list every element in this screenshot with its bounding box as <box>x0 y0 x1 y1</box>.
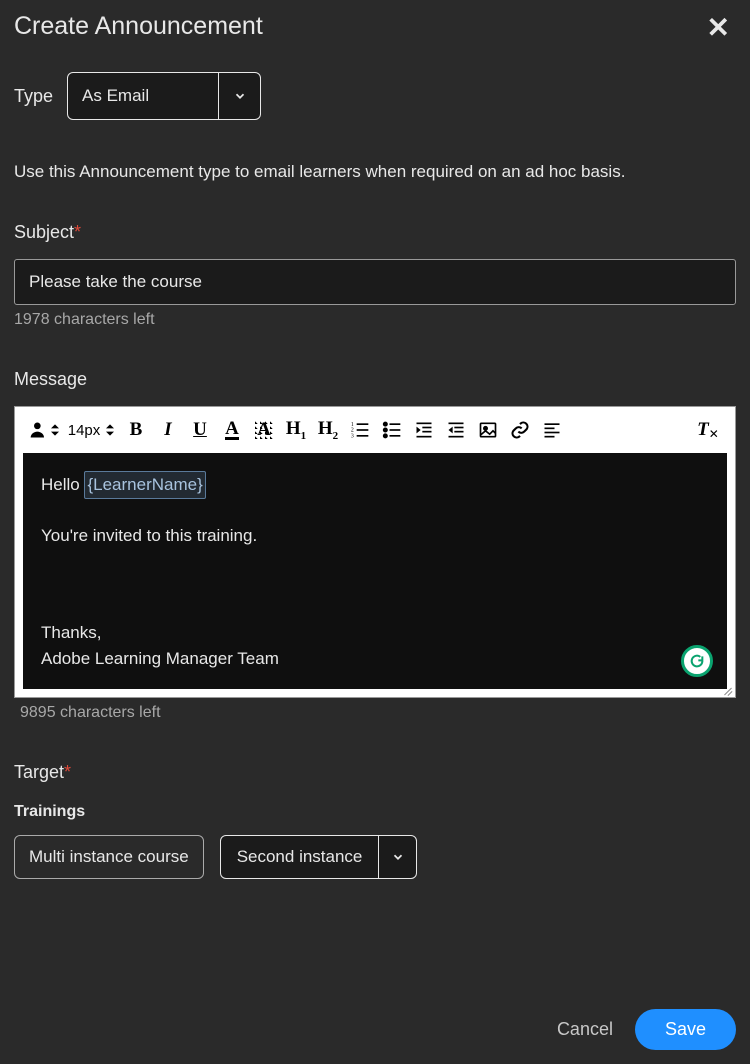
editor-line: You're invited to this training. <box>41 523 709 549</box>
font-size-value: 14px <box>68 422 101 439</box>
required-asterisk: * <box>74 222 81 242</box>
heading1-icon[interactable]: H1 <box>283 415 309 445</box>
clear-format-icon[interactable]: T✕ <box>695 415 721 445</box>
target-section: Target* Trainings Multi instance course … <box>14 762 736 879</box>
target-label-text: Target <box>14 762 64 782</box>
svg-text:3: 3 <box>351 434 354 440</box>
save-button[interactable]: Save <box>635 1009 736 1050</box>
message-section: Message 14px B I U A A H1 H2 123 <box>14 369 736 722</box>
chevron-down-icon <box>378 836 416 878</box>
highlight-icon[interactable]: A <box>251 415 277 445</box>
editor-line: Thanks, <box>41 620 709 646</box>
modal-header: Create Announcement ✕ <box>14 12 736 44</box>
rich-text-editor: 14px B I U A A H1 H2 123 <box>14 406 736 698</box>
unordered-list-icon[interactable] <box>379 415 405 445</box>
editor-textarea[interactable]: Hello {LearnerName} You're invited to th… <box>23 453 727 689</box>
type-description: Use this Announcement type to email lear… <box>14 162 736 182</box>
learner-name-token[interactable]: {LearnerName} <box>84 471 205 499</box>
outdent-icon[interactable] <box>443 415 469 445</box>
user-placeholder-icon[interactable] <box>29 415 59 445</box>
modal-actions: Cancel Save <box>557 1009 736 1050</box>
text-color-icon[interactable]: A <box>219 415 245 445</box>
cancel-button[interactable]: Cancel <box>557 1019 613 1040</box>
create-announcement-modal: Create Announcement ✕ Type As Email Use … <box>0 0 750 1064</box>
font-size-select[interactable]: 14px <box>65 415 117 445</box>
indent-icon[interactable] <box>411 415 437 445</box>
trainings-label: Trainings <box>14 803 736 821</box>
grammarly-icon[interactable] <box>681 645 713 677</box>
subject-section: Subject* 1978 characters left <box>14 222 736 329</box>
align-icon[interactable] <box>539 415 565 445</box>
subject-helper: 1978 characters left <box>14 311 736 329</box>
type-label: Type <box>14 86 53 107</box>
instance-select[interactable]: Second instance <box>220 835 418 879</box>
link-icon[interactable] <box>507 415 533 445</box>
bold-icon[interactable]: B <box>123 415 149 445</box>
subject-label: Subject* <box>14 222 736 243</box>
italic-icon[interactable]: I <box>155 415 181 445</box>
heading2-icon[interactable]: H2 <box>315 415 341 445</box>
subject-input[interactable] <box>14 259 736 305</box>
greeting-text: Hello <box>41 475 84 494</box>
editor-line: Hello {LearnerName} <box>41 471 709 499</box>
close-icon[interactable]: ✕ <box>701 12 736 44</box>
chip-label: Multi instance course <box>29 847 189 867</box>
type-select-value: As Email <box>68 73 218 119</box>
training-chips: Multi instance course Second instance <box>14 835 736 879</box>
target-label: Target* <box>14 762 736 783</box>
editor-line: Adobe Learning Manager Team <box>41 646 709 672</box>
underline-icon[interactable]: U <box>187 415 213 445</box>
required-asterisk: * <box>64 762 71 782</box>
type-select[interactable]: As Email <box>67 72 261 120</box>
modal-title: Create Announcement <box>14 12 263 41</box>
message-label: Message <box>14 369 736 390</box>
message-helper: 9895 characters left <box>14 704 736 722</box>
image-icon[interactable] <box>475 415 501 445</box>
subject-label-text: Subject <box>14 222 74 242</box>
ordered-list-icon[interactable]: 123 <box>347 415 373 445</box>
type-row: Type As Email <box>14 72 736 120</box>
resize-handle[interactable] <box>721 683 733 695</box>
editor-toolbar: 14px B I U A A H1 H2 123 <box>15 407 735 453</box>
chevron-down-icon <box>218 73 260 119</box>
instance-select-value: Second instance <box>221 847 379 867</box>
training-chip[interactable]: Multi instance course <box>14 835 204 879</box>
